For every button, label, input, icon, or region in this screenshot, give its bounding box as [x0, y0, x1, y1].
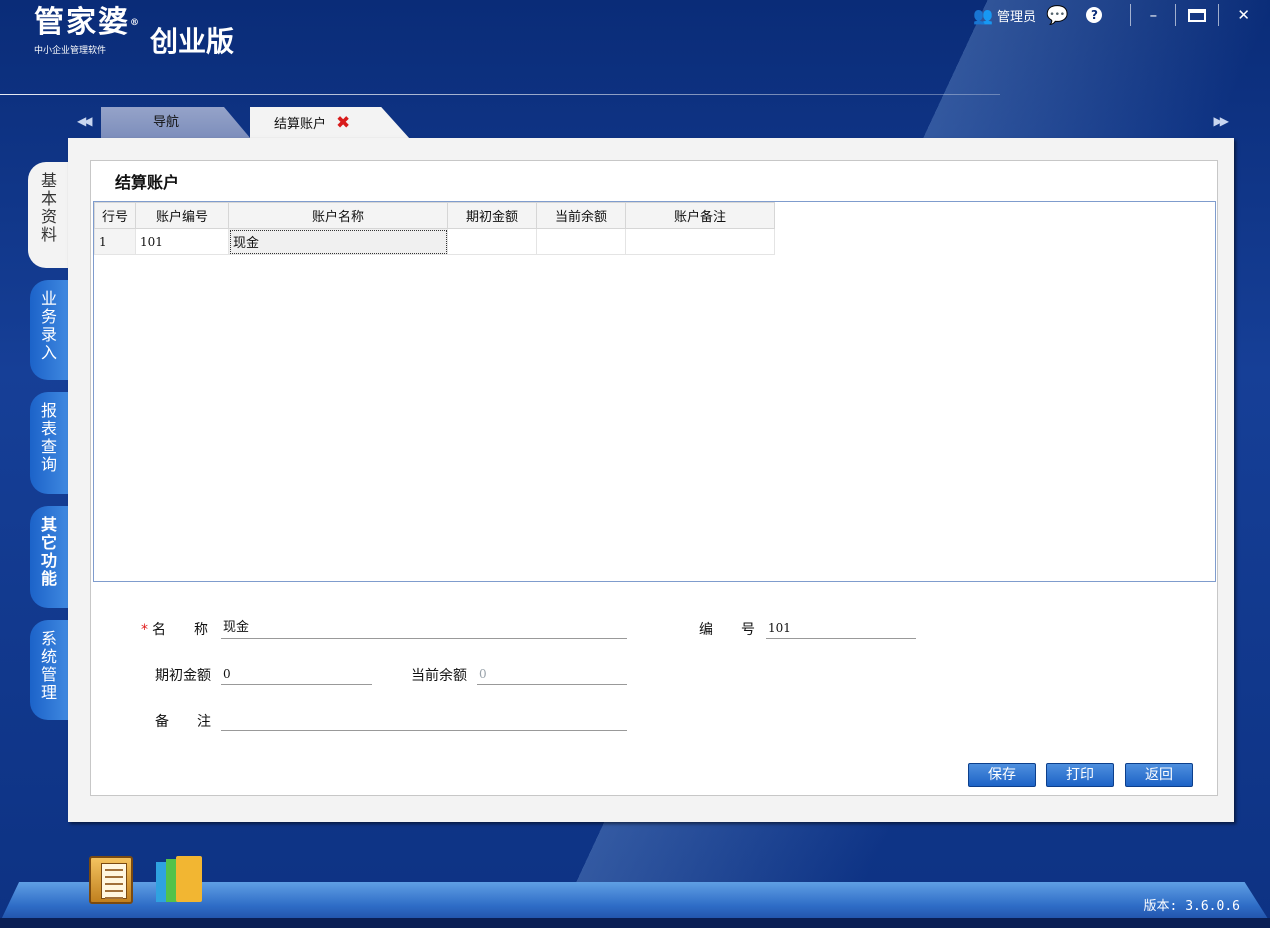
- current-balance-field: 0: [477, 663, 627, 685]
- wechat-icon[interactable]: 💬: [1046, 5, 1068, 26]
- save-button[interactable]: 保存: [968, 763, 1036, 787]
- accounts-table: 行号 账户编号 账户名称 期初金额 当前余额 账户备注 1 101 现金: [94, 202, 775, 255]
- side-tab-other-functions[interactable]: 其它功能: [30, 506, 68, 608]
- current-balance-cell[interactable]: [536, 228, 626, 255]
- account-note-cell[interactable]: [625, 228, 775, 255]
- bottom-strip: [0, 918, 1270, 928]
- accounts-grid[interactable]: 行号 账户编号 账户名称 期初金额 当前余额 账户备注 1 101 现金: [93, 201, 1216, 582]
- side-tab-label: 报表查询: [40, 401, 57, 474]
- close-icon[interactable]: ✕: [1237, 6, 1250, 24]
- page-title: 结算账户: [115, 173, 180, 192]
- table-row[interactable]: 1 101 现金: [94, 228, 775, 255]
- side-tab-label: 业务录入: [40, 289, 57, 362]
- table-header-row: 行号 账户编号 账户名称 期初金额 当前余额 账户备注: [94, 202, 775, 229]
- tab-label: 导航: [153, 115, 180, 130]
- required-marker: *: [141, 622, 148, 638]
- column-header[interactable]: 行号: [94, 202, 136, 229]
- note-field[interactable]: [221, 709, 627, 731]
- brand-subtitle: 中小企业管理软件: [34, 46, 107, 56]
- row-number-cell[interactable]: 1: [94, 228, 136, 255]
- header-divider: [0, 94, 1000, 95]
- note-label: 备 注: [155, 714, 211, 730]
- opening-amount-cell[interactable]: [447, 228, 537, 255]
- tab-navigation[interactable]: 导航: [101, 107, 251, 139]
- code-field[interactable]: 101: [766, 617, 916, 639]
- side-tab-system-management[interactable]: 系统管理: [30, 620, 68, 720]
- top-bar: 👥 管理员 💬 ? – ✕: [973, 0, 1270, 30]
- side-tab-business-entry[interactable]: 业务录入: [30, 280, 68, 380]
- content-area: 结算账户 行号 账户编号 账户名称 期初金额 当前余额 账户备注 1 101 现…: [90, 160, 1218, 796]
- account-name-cell[interactable]: 现金: [228, 228, 448, 255]
- minimize-icon[interactable]: –: [1143, 6, 1163, 24]
- divider: [1175, 4, 1177, 26]
- maximize-icon[interactable]: [1188, 8, 1207, 22]
- column-header[interactable]: 账户编号: [135, 202, 229, 229]
- print-button[interactable]: 打印: [1046, 763, 1114, 787]
- opening-amount-label: 期初金额: [155, 668, 211, 684]
- company-notebook-icon[interactable]: [89, 856, 133, 904]
- app-logo: 管家婆® 中小企业管理软件 创业版: [34, 5, 234, 59]
- edition-label: 创业版: [150, 25, 235, 58]
- column-header[interactable]: 期初金额: [447, 202, 537, 229]
- user-icon: 👥: [973, 5, 993, 25]
- books-icon[interactable]: [156, 856, 204, 904]
- column-header[interactable]: 账户备注: [625, 202, 775, 229]
- help-icon[interactable]: ?: [1086, 7, 1103, 23]
- code-label: 编 号: [699, 622, 755, 638]
- side-tab-label: 基本资料: [40, 171, 57, 244]
- account-code-cell[interactable]: 101: [135, 228, 229, 255]
- tab-scroll-right-icon[interactable]: ▶▶: [1214, 114, 1230, 128]
- column-header[interactable]: 当前余额: [536, 202, 626, 229]
- side-tab-basic-data[interactable]: 基本资料: [28, 162, 70, 268]
- version-label: 版本: 3.6.0.6: [1143, 899, 1240, 914]
- side-tab-reports[interactable]: 报表查询: [30, 392, 68, 494]
- tab-scroll-left-icon[interactable]: ◀◀: [77, 114, 93, 128]
- user-menu[interactable]: 👥 管理员: [973, 6, 1036, 25]
- tab-settlement-account[interactable]: 结算账户 ✖: [250, 107, 410, 139]
- column-header[interactable]: 账户名称: [228, 202, 448, 229]
- divider: [1130, 4, 1132, 26]
- opening-amount-field[interactable]: 0: [221, 663, 372, 685]
- name-field[interactable]: 现金: [221, 617, 627, 639]
- divider: [1218, 4, 1220, 26]
- side-tab-label: 系统管理: [40, 629, 57, 702]
- current-balance-label: 当前余额: [411, 668, 467, 684]
- brand-name: 管家婆®: [34, 5, 141, 40]
- name-label: * 名 称: [141, 622, 208, 638]
- back-button[interactable]: 返回: [1125, 763, 1193, 787]
- tab-label: 结算账户: [274, 117, 327, 132]
- side-tab-label: 其它功能: [40, 515, 57, 588]
- user-label: 管理员: [996, 9, 1036, 25]
- tab-close-icon[interactable]: ✖: [336, 113, 350, 133]
